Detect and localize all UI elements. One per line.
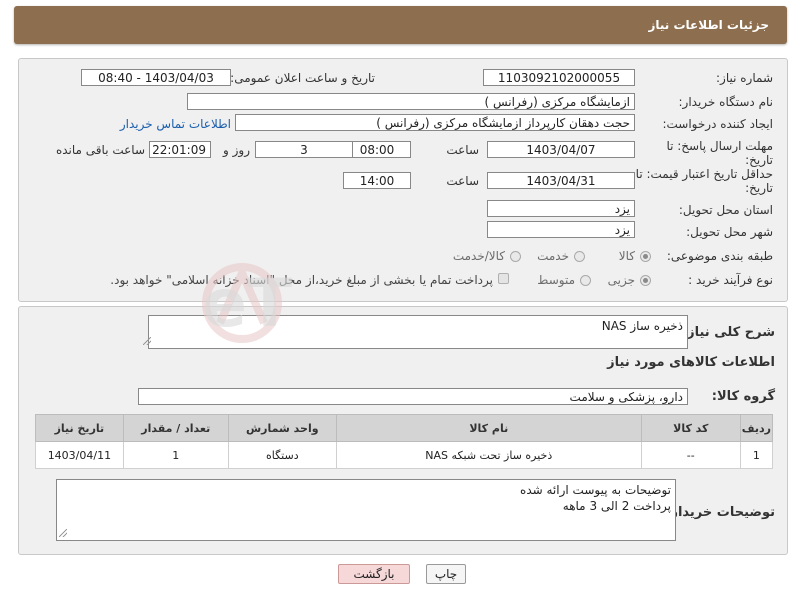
table-row: 1 -- ذخیره ساز تحت شبکه NAS دستگاه 1 140… — [35, 441, 774, 469]
category-radio-service[interactable] — [574, 251, 585, 262]
city-label: شهر محل تحویل: — [686, 225, 773, 239]
need-number-field: 1103092102000055 — [483, 69, 635, 86]
cell-row-number: 1 — [739, 441, 774, 469]
process-radio-partial[interactable] — [640, 275, 651, 286]
category-label: طبقه بندی موضوعی: — [666, 249, 773, 263]
deadline-label: مهلت ارسال پاسخ: تا — [666, 139, 773, 153]
validity-label-2: تاریخ: — [745, 181, 773, 195]
category-goods-label: کالا — [618, 249, 635, 263]
cell-unit: دستگاه — [227, 441, 337, 469]
back-button[interactable]: بازگشت — [338, 564, 410, 584]
buyer-notes-textarea[interactable]: توضیحات به پیوست ارائه شده پرداخت 2 الی … — [56, 479, 676, 541]
category-service-label: خدمت — [537, 249, 569, 263]
announce-field: 1403/04/03 - 08:40 — [81, 69, 231, 86]
buyer-notes-resize-handle[interactable] — [59, 529, 67, 537]
validity-time-label: ساعت — [446, 174, 479, 188]
goods-table: ردیف کد کالا نام کالا واحد شمارش تعداد /… — [35, 414, 774, 469]
announce-label: تاریخ و ساعت اعلان عمومی: — [230, 71, 375, 85]
details-panel: شرح کلی نیاز: ذخیره ساز NAS اطلاعات کالا… — [18, 306, 788, 555]
category-both-label: کالا/خدمت — [452, 249, 505, 263]
remaining-time-field: 22:01:09 — [149, 141, 211, 158]
goods-group-label: گروه کالا: — [711, 389, 775, 404]
requester-field: حجت دهقان کارپرداز ازمایشگاه مرکزی (رفرا… — [235, 114, 635, 131]
deadline-time-label: ساعت — [446, 143, 479, 157]
city-field: یزد — [487, 221, 635, 238]
buyer-contact-link[interactable]: اطلاعات تماس خریدار — [120, 117, 231, 131]
page-header: جزئیات اطلاعات نیاز — [14, 6, 787, 44]
province-field: یزد — [487, 200, 635, 217]
col-goods-code: کد کالا — [640, 414, 741, 442]
col-need-date: تاریخ نیاز — [35, 414, 124, 442]
need-number-label: شماره نیاز: — [716, 71, 773, 85]
buyer-org-field: ازمایشگاه مرکزی (رفرانس ) — [187, 93, 635, 110]
process-label: نوع فرآیند خرید : — [688, 273, 773, 287]
cell-need-date: 1403/04/11 — [35, 441, 124, 469]
deadline-date-field: 1403/04/07 — [487, 141, 635, 158]
col-goods-name: نام کالا — [335, 414, 642, 442]
cell-goods-name: ذخیره ساز تحت شبکه NAS — [335, 441, 642, 469]
validity-time-field: 14:00 — [343, 172, 411, 189]
category-radio-goods[interactable] — [640, 251, 651, 262]
category-radio-both[interactable] — [510, 251, 521, 262]
deadline-time-field: 08:00 — [343, 141, 411, 158]
info-panel: شماره نیاز: 1103092102000055 تاریخ و ساع… — [18, 58, 788, 302]
goods-info-title: اطلاعات کالاهای مورد نیاز — [607, 355, 775, 370]
province-label: استان محل تحویل: — [678, 203, 773, 217]
validity-date-field: 1403/04/31 — [487, 172, 635, 189]
process-partial-label: جزیی — [607, 273, 635, 287]
col-unit: واحد شمارش — [227, 414, 337, 442]
page-title: جزئیات اطلاعات نیاز — [648, 18, 769, 32]
col-quantity: تعداد / مقدار — [122, 414, 229, 442]
buyer-org-label: نام دستگاه خریدار: — [678, 95, 774, 109]
buyer-notes-label: توضیحات خریدار: — [665, 505, 775, 520]
remaining-label: ساعت باقی مانده — [55, 143, 145, 157]
table-header-row: ردیف کد کالا نام کالا واحد شمارش تعداد /… — [35, 414, 774, 442]
days-remaining-field: 3 — [255, 141, 353, 158]
goods-group-field: دارو، پزشکی و سلامت — [138, 388, 688, 405]
deadline-label-2: تاریخ: — [745, 153, 773, 167]
process-medium-label: متوسط — [537, 273, 575, 287]
print-button[interactable]: چاپ — [426, 564, 466, 584]
validity-label: حداقل تاریخ اعتبار قیمت: تا — [635, 167, 773, 181]
col-row-number: ردیف — [739, 414, 774, 442]
cell-goods-code: -- — [640, 441, 741, 469]
description-textarea[interactable]: ذخیره ساز NAS — [148, 315, 688, 349]
process-radio-medium[interactable] — [580, 275, 591, 286]
payment-note: پرداخت تمام یا بخشی از مبلغ خرید،از محل … — [110, 273, 493, 287]
payment-checkbox[interactable] — [498, 273, 509, 284]
description-label: شرح کلی نیاز: — [681, 325, 775, 340]
cell-quantity: 1 — [122, 441, 229, 469]
day-and-label: روز و — [223, 143, 250, 157]
requester-label: ایجاد کننده درخواست: — [662, 117, 773, 131]
description-resize-handle[interactable] — [143, 337, 151, 345]
